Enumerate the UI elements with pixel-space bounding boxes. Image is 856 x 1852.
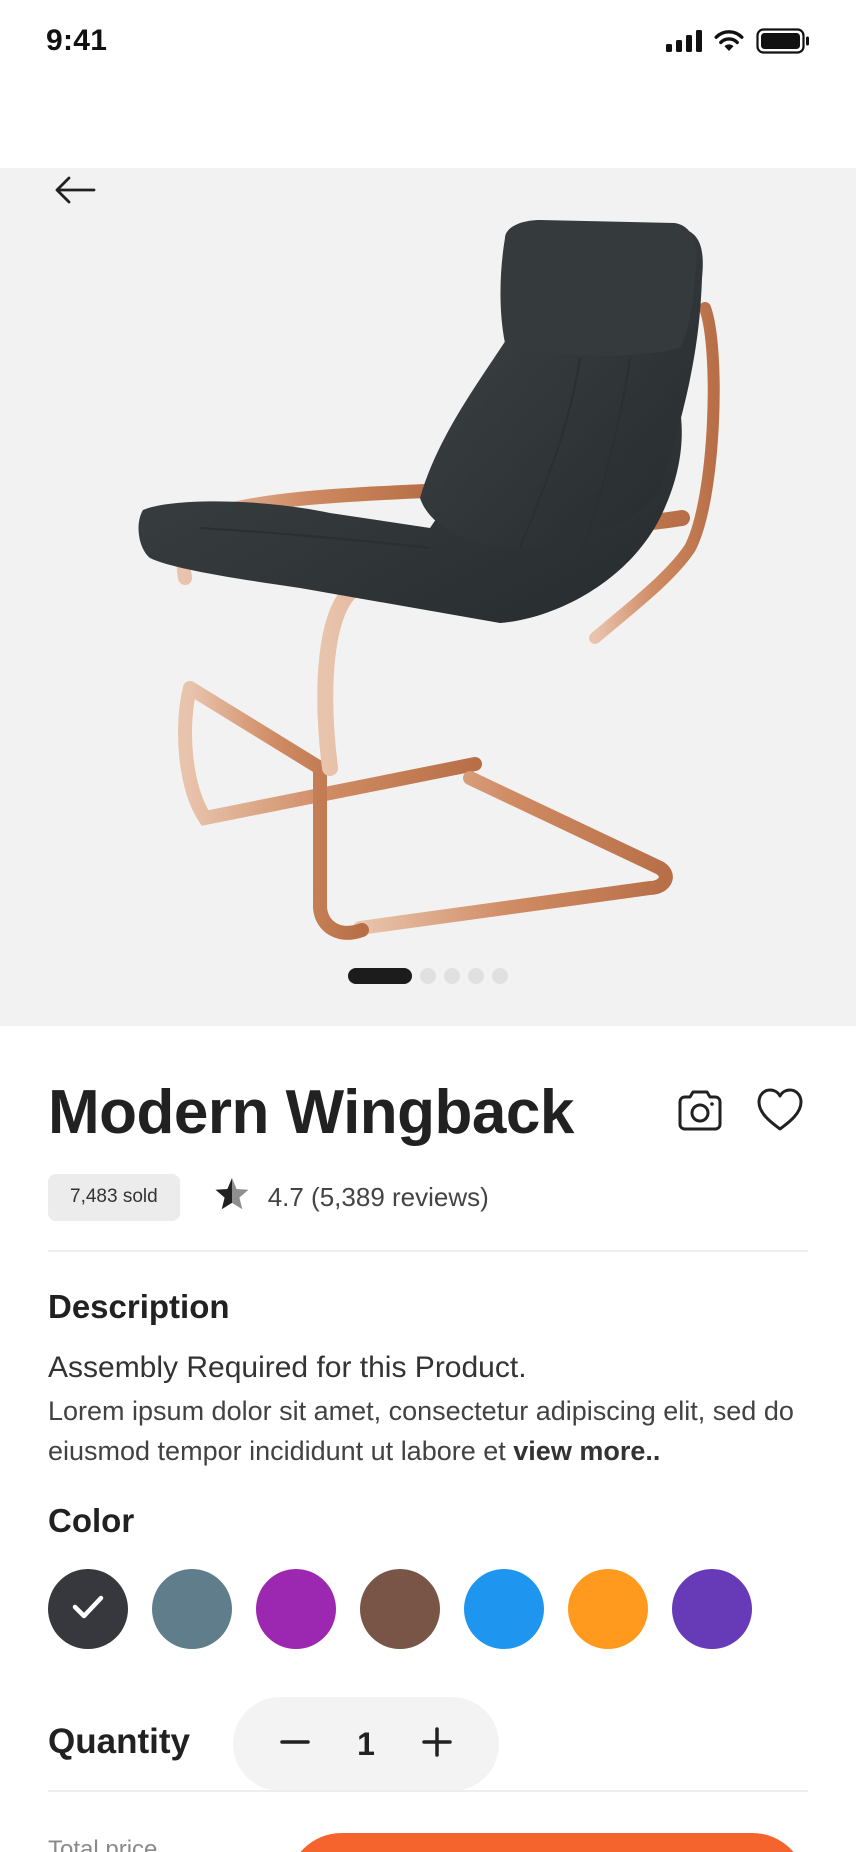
carousel-dot[interactable] [492,968,508,984]
status-time: 9:41 [46,24,108,57]
description-text: Lorem ipsum dolor sit amet, consectetur … [48,1396,794,1466]
camera-icon [676,1088,724,1137]
carousel-dot[interactable] [468,968,484,984]
description-heading: Assembly Required for this Product. [48,1351,527,1384]
increase-button[interactable] [415,1722,459,1766]
carousel-dot[interactable] [420,968,436,984]
divider [48,1790,808,1792]
color-swatch[interactable] [672,1569,752,1649]
color-swatch[interactable] [152,1569,232,1649]
arrow-left-icon [54,175,96,210]
carousel-dot-active[interactable] [348,968,412,984]
sold-badge: 7,483 sold [48,1173,180,1221]
rating-text: 4.7 (5,389 reviews) [267,1181,489,1212]
signal-icon [666,30,702,57]
back-button[interactable] [46,168,104,216]
color-swatch[interactable] [360,1569,440,1649]
decrease-button[interactable] [273,1722,317,1766]
description-label: Description [48,1288,230,1325]
product-header: Modern Wingback [48,1078,808,1148]
plus-icon [421,1726,453,1763]
color-swatch-selected[interactable] [48,1569,128,1649]
product-meta: 7,483 sold 4.7 (5,389 reviews) [48,1173,489,1221]
carousel-dot[interactable] [444,968,460,984]
camera-button[interactable] [672,1084,728,1140]
favorite-button[interactable] [752,1084,808,1140]
quantity-value: 1 [357,1725,375,1762]
divider [48,1250,808,1252]
battery-icon [756,28,810,59]
color-swatch[interactable] [568,1569,648,1649]
wingback-chair-image [138,220,720,940]
add-to-cart-button[interactable] [287,1833,807,1852]
check-icon [71,1594,105,1625]
wifi-icon [714,30,744,57]
color-swatch[interactable] [256,1569,336,1649]
product-title: Modern Wingback [48,1078,574,1147]
status-icons [666,28,810,59]
color-swatch[interactable] [464,1569,544,1649]
product-image-carousel[interactable] [0,168,856,1026]
rating[interactable]: 4.7 (5,389 reviews) [214,1177,489,1218]
color-label: Color [48,1502,135,1539]
total-price-label: Total price [48,1836,158,1852]
status-bar: 9:41 [0,0,856,90]
minus-icon [279,1726,311,1763]
color-swatches [48,1569,752,1649]
description-body: Lorem ipsum dolor sit amet, consectetur … [48,1391,818,1471]
star-half-icon [214,1177,268,1218]
quantity-label: Quantity [48,1722,190,1761]
quantity-stepper: 1 [233,1697,499,1791]
view-more-link[interactable]: view more.. [513,1436,660,1466]
carousel-indicator [0,968,856,984]
heart-icon [755,1087,805,1138]
